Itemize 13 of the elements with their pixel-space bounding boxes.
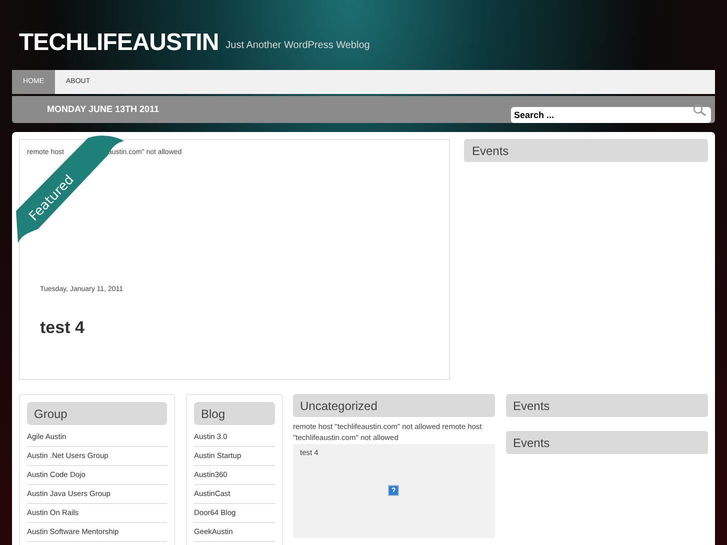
section-heading: Uncategorized [293,394,495,417]
widget-heading: Events [506,394,708,417]
search-icon[interactable] [693,104,707,116]
post-title[interactable]: test 4 [40,315,84,340]
widget-heading: Blog [194,402,275,425]
widget-heading: Group [27,402,167,425]
widget-heading: Events [464,139,708,162]
search-field[interactable]: Search ... [511,106,711,122]
widget-heading: Events [506,431,708,454]
broken-image-icon [388,485,399,496]
site-title[interactable]: TECHLIFEAUSTIN [19,31,219,55]
site-tagline: Just Another WordPress Weblog [226,39,370,53]
date-text: MONDAY JUNE 13TH 2011 [47,102,160,116]
